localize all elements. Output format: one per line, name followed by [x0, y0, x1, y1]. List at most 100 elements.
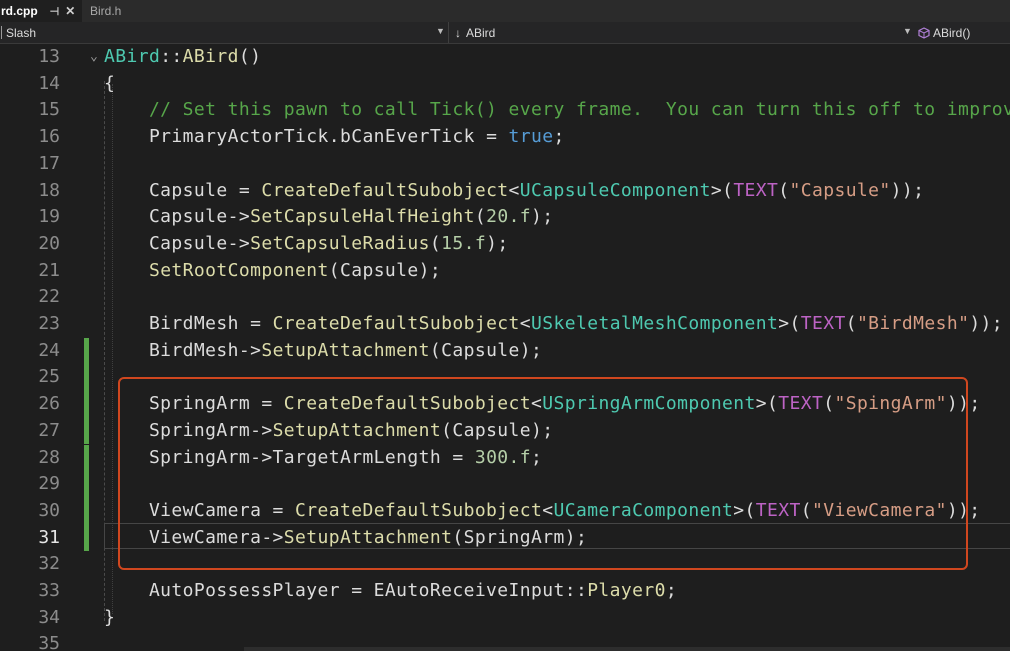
code-line[interactable]: 17	[0, 151, 1010, 178]
code-text: {	[104, 71, 115, 98]
code-line[interactable]: 34}	[0, 605, 1010, 632]
code-token: ;	[665, 580, 678, 601]
line-number: 19	[38, 206, 60, 228]
cube-icon	[918, 26, 930, 39]
code-editor-window: rd.cpp ⊣ ✕ Bird.h Slash ▼ ↓ ABird ▼ ABir…	[0, 0, 1010, 651]
code-text: PrimaryActorTick.bCanEverTick = true;	[104, 124, 565, 151]
change-indicator	[84, 524, 89, 552]
code-token: USkeletalMeshComponent	[531, 313, 779, 334]
horizontal-scrollbar[interactable]	[244, 647, 1010, 651]
tab-label: Bird.h	[90, 4, 122, 18]
change-indicator	[84, 497, 89, 525]
line-number: 33	[38, 580, 60, 601]
line-number: 21	[38, 259, 60, 281]
project-icon	[1, 26, 2, 39]
line-number: 20	[38, 232, 60, 254]
code-token: TEXT	[800, 313, 846, 334]
chevron-down-icon: ▼	[436, 26, 445, 36]
navigation-bar: Slash ▼ ↓ ABird ▼ ABird()	[0, 22, 1010, 44]
line-number: 22	[38, 286, 60, 308]
code-token: // Set this pawn to call Tick() every fr…	[104, 99, 1010, 121]
code-token: UCapsuleComponent	[519, 179, 711, 201]
code-token: ::	[160, 46, 183, 67]
code-text: Capsule->SetCapsuleHalfHeight(20.f);	[104, 204, 554, 231]
fold-chevron-icon[interactable]: ⌄	[90, 44, 98, 71]
line-number: 15	[38, 99, 60, 121]
code-line[interactable]: 23 BirdMesh = CreateDefaultSubobject<USk…	[0, 311, 1010, 338]
line-number: 31	[38, 526, 60, 548]
code-line[interactable]: 13 ⌄ ABird::ABird()	[0, 44, 1010, 71]
code-token: <	[508, 179, 520, 201]
class-scope-name: ABird	[466, 25, 496, 40]
code-text: Capsule = CreateDefaultSubobject<UCapsul…	[104, 178, 924, 205]
code-token: ));	[969, 313, 1004, 334]
pin-icon[interactable]: ⊣	[50, 5, 60, 18]
code-token: TEXT	[733, 179, 779, 201]
code-text: SetRootComponent(Capsule);	[104, 258, 441, 285]
class-scope-dropdown[interactable]: ↓ ABird ▼	[448, 22, 914, 43]
arrow-down-icon: ↓	[455, 25, 461, 40]
code-token: BirdMesh->	[104, 339, 262, 361]
change-indicator	[84, 471, 89, 498]
code-line[interactable]: 33 AutoPossessPlayer = EAutoReceiveInput…	[0, 578, 1010, 605]
tab-bird-cpp[interactable]: rd.cpp ⊣ ✕	[0, 0, 82, 22]
code-token: Capsule =	[104, 179, 262, 201]
code-token: (	[474, 206, 487, 228]
member-scope-dropdown[interactable]: ABird()	[914, 22, 1010, 43]
code-token: AutoPossessPlayer = EAutoReceiveInput::	[104, 580, 588, 601]
change-indicator	[84, 391, 89, 418]
code-text: ABird::ABird()	[104, 44, 261, 71]
code-token: CreateDefaultSubobject	[261, 179, 509, 201]
code-token: true	[508, 126, 554, 148]
code-line[interactable]: 20 Capsule->SetCapsuleRadius(15.f);	[0, 231, 1010, 258]
code-token: }	[104, 606, 116, 628]
code-line[interactable]: 16 PrimaryActorTick.bCanEverTick = true;	[0, 124, 1010, 151]
code-token: SetCapsuleHalfHeight	[250, 206, 475, 228]
code-token: =	[474, 126, 509, 148]
code-token: <	[519, 313, 532, 334]
code-area[interactable]: 13 ⌄ ABird::ABird()14 {15 // Set this pawn …	[0, 44, 1010, 651]
code-token: >(	[778, 313, 801, 334]
code-token: (	[429, 232, 442, 254]
code-token: SetRootComponent	[148, 259, 329, 281]
line-number: 16	[38, 126, 60, 148]
line-number: 13	[38, 46, 60, 67]
document-tab-strip: rd.cpp ⊣ ✕ Bird.h	[0, 0, 1010, 22]
code-line[interactable]: 15 // Set this pawn to call Tick() every…	[0, 97, 1010, 124]
chevron-down-icon: ▼	[903, 26, 912, 36]
code-token: ()	[238, 46, 262, 67]
code-text: AutoPossessPlayer = EAutoReceiveInput::P…	[104, 578, 677, 605]
code-token: (	[845, 313, 857, 334]
code-token: {	[104, 72, 116, 94]
code-token: SetupAttachment	[261, 339, 430, 361]
code-token: (	[778, 179, 790, 201]
line-number: 17	[38, 152, 60, 174]
line-number: 18	[38, 179, 60, 201]
line-number: 23	[38, 313, 60, 334]
line-number: 14	[38, 72, 60, 94]
line-number: 27	[38, 419, 60, 441]
project-dropdown[interactable]: Slash ▼	[0, 22, 448, 43]
line-number: 28	[38, 446, 60, 468]
close-icon[interactable]: ✕	[65, 4, 75, 18]
line-number: 34	[38, 606, 60, 628]
code-token: Capsule->	[104, 232, 251, 254]
code-line[interactable]: 21 SetRootComponent(Capsule);	[0, 258, 1010, 285]
code-token: "BirdMesh"	[856, 313, 970, 334]
code-text: BirdMesh->SetupAttachment(Capsule);	[104, 338, 542, 365]
code-line[interactable]: 24 BirdMesh->SetupAttachment(Capsule);	[0, 337, 1010, 365]
code-token: "Capsule"	[789, 179, 891, 201]
line-number: 26	[38, 393, 60, 415]
line-number: 32	[38, 553, 60, 575]
code-token: ;	[553, 126, 565, 148]
code-token: 20.f	[486, 206, 532, 228]
code-line[interactable]: 18 Capsule = CreateDefaultSubobject<UCap…	[0, 178, 1010, 205]
code-line[interactable]: 19 Capsule->SetCapsuleHalfHeight(20.f);	[0, 204, 1010, 231]
code-line[interactable]: 22	[0, 284, 1010, 311]
tab-bird-h[interactable]: Bird.h	[84, 0, 172, 22]
code-text: Capsule->SetCapsuleRadius(15.f);	[104, 231, 509, 258]
line-number: 35	[38, 633, 60, 651]
code-line[interactable]: 14 {	[0, 71, 1010, 98]
code-token: );	[531, 206, 554, 228]
